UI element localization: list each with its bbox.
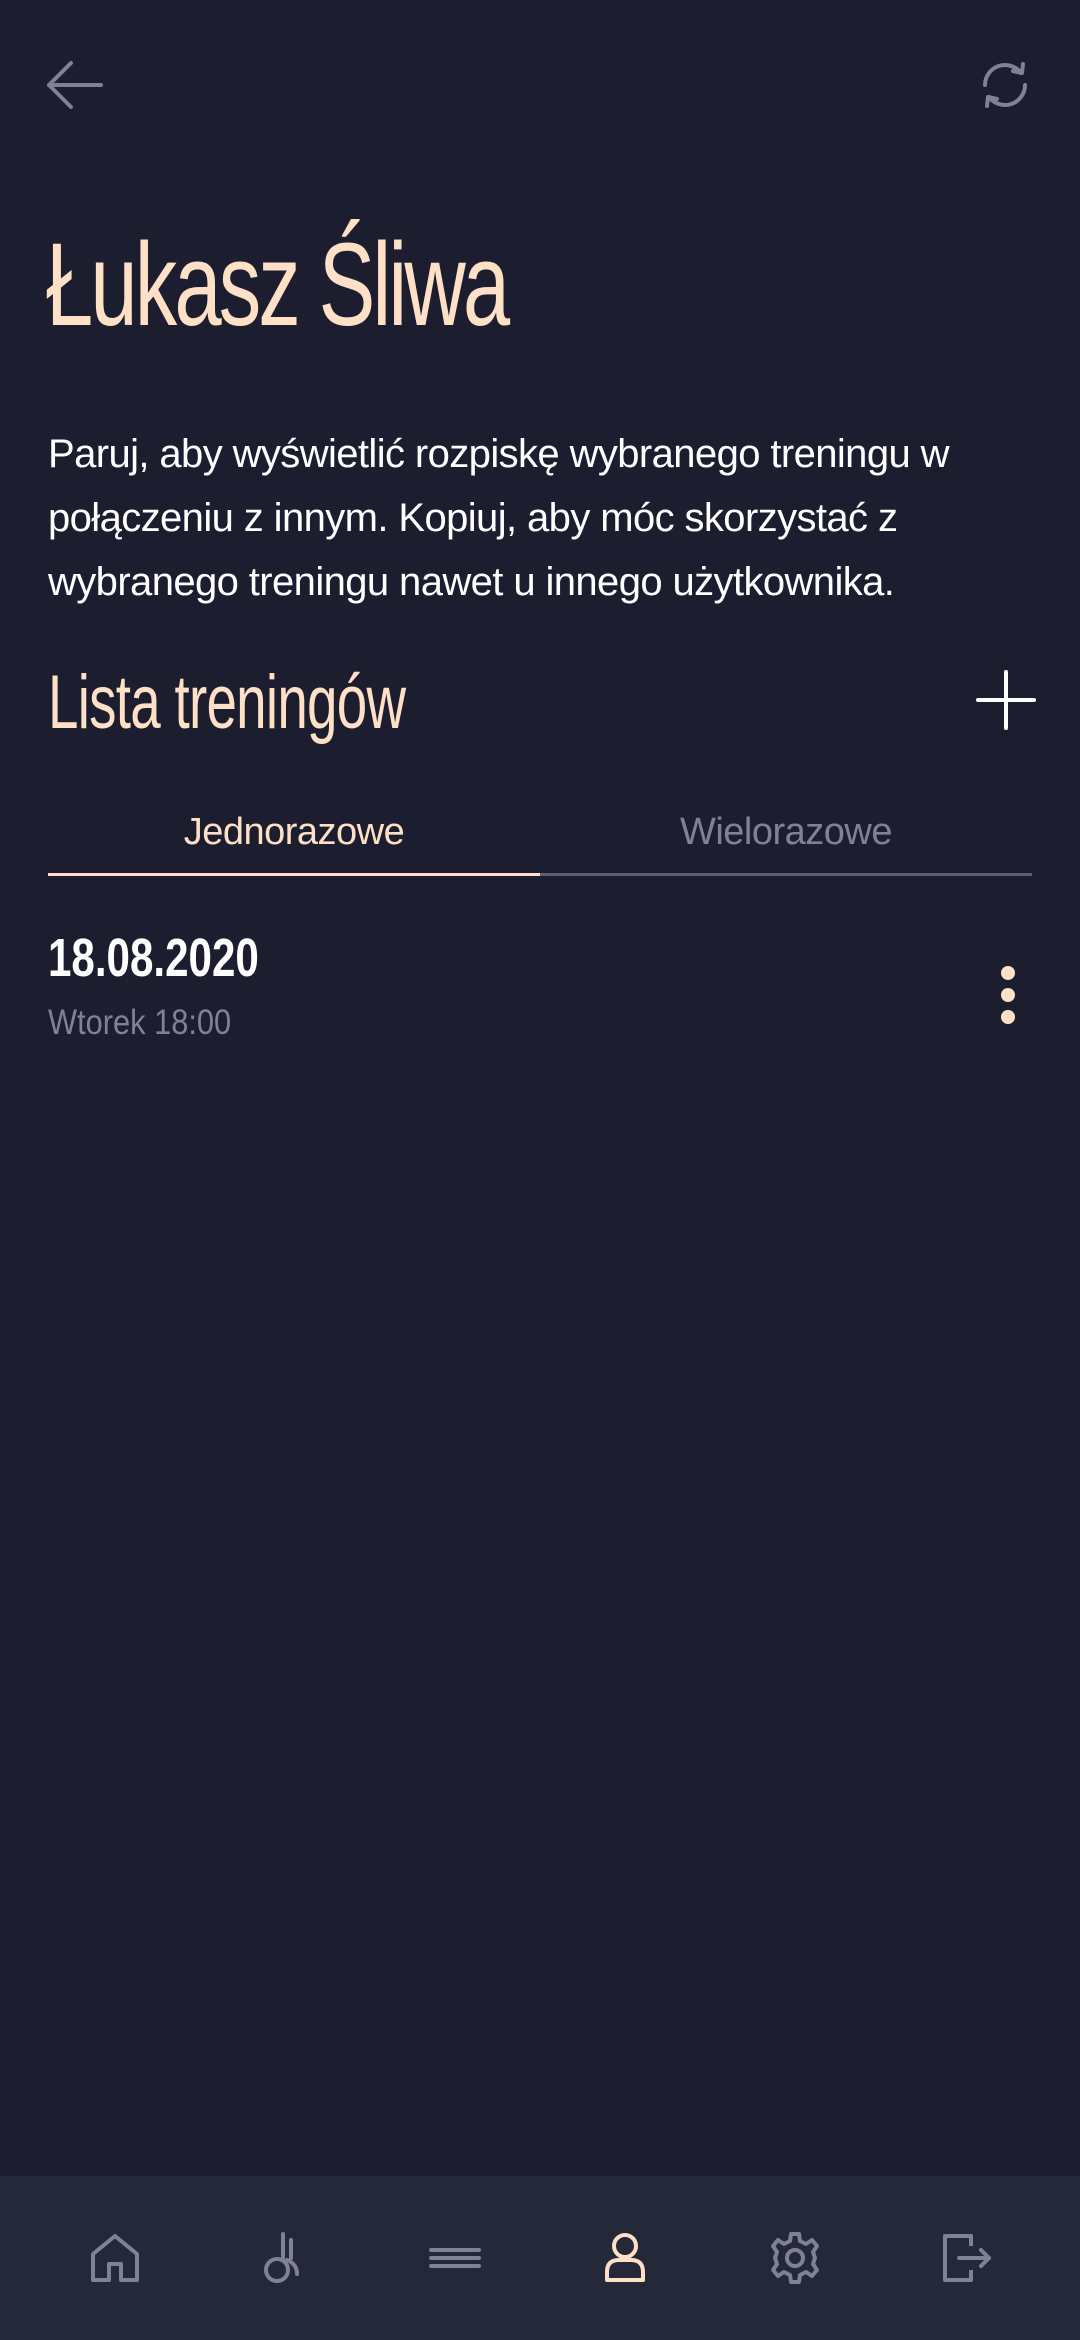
refresh-button[interactable] [970,50,1040,120]
more-options-button[interactable] [978,960,1038,1030]
top-bar [0,0,1080,170]
home-icon [91,2234,139,2282]
nav-settings[interactable] [735,2198,855,2318]
tab-jednorazowe[interactable]: Jednorazowe [48,790,540,876]
list-item[interactable]: 18.08.2020 Wtorek 18:00 [48,920,1038,1050]
plus-icon [976,670,1036,730]
kettlebell-icon [264,2232,299,2283]
gear-icon [771,2232,819,2284]
back-button[interactable] [40,50,110,120]
nav-list[interactable] [395,2198,515,2318]
refresh-icon [983,62,1027,108]
tabs: Jednorazowe Wielorazowe [48,790,1032,880]
tab-wielorazowe[interactable]: Wielorazowe [540,790,1032,876]
training-time: Wtorek 18:00 [48,1003,232,1042]
add-training-button[interactable] [974,668,1038,732]
nav-home[interactable] [55,2198,175,2318]
page-title: Łukasz Śliwa [46,219,510,351]
menu-lines-icon [429,2248,481,2268]
description-text: Paruj, aby wyświetlić rozpiskę wybranego… [48,432,950,604]
nav-training[interactable] [225,2198,345,2318]
more-vertical-icon [1001,966,1015,1024]
arrow-left-icon [47,61,103,109]
training-date: 18.08.2020 [48,928,259,988]
logout-icon [943,2234,991,2282]
nav-logout[interactable] [905,2198,1025,2318]
bottom-nav [0,2176,1080,2340]
training-list-header: Lista treningów [48,650,1038,750]
nav-profile[interactable] [565,2198,685,2318]
section-title: Lista treningów [48,660,406,745]
user-icon [605,2233,645,2282]
